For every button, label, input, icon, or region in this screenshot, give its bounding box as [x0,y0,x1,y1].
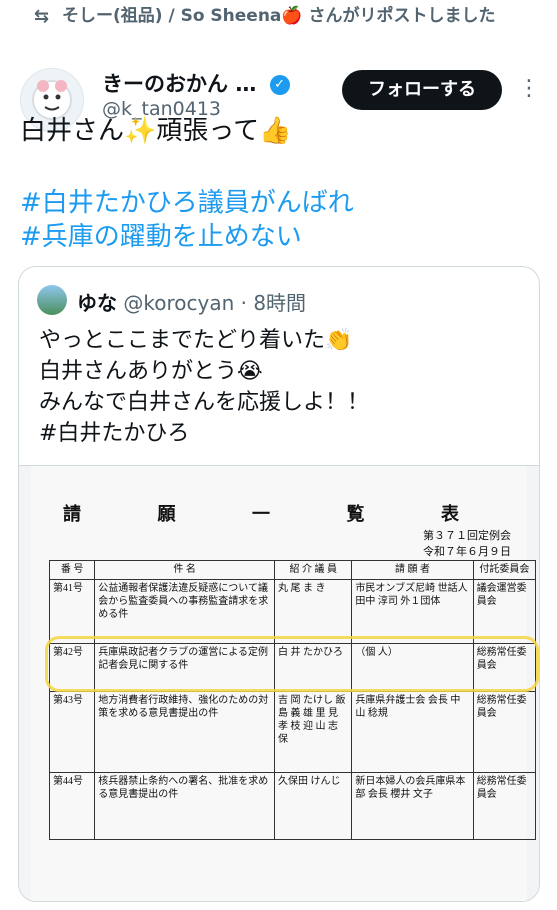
follow-button[interactable]: フォローする [342,70,502,110]
petition-petitioner: 兵庫県弁護士会 会長 中山 稔規 [351,690,474,774]
petition-number: 第43号 [48,690,96,774]
quote-text: やっとここまでたどり着いた👏 白井さんありがとう😭 みんなで白井さんを応援しよ！… [39,325,527,449]
more-options-icon[interactable]: ⋮ [518,76,540,101]
petition-introducer: 白 井 たかひろ [274,643,353,692]
petition-number: 第42号 [48,643,96,692]
column-header: 番 号 [48,560,96,580]
petition-committee: 総務常任委員会 [472,772,537,840]
petition-committee: 総務常任委員会 [472,690,537,774]
quote-header: ゆな @korocyan · 8時間 [77,287,306,316]
hashtag-link[interactable]: #兵庫の躍動を止めない [20,220,543,254]
petition-table: 番 号 件 名 紹 介 議 員 請 願 者 付託委員会 第41号 公益通報者保護… [48,560,537,840]
petition-header-row: 番 号 件 名 紹 介 議 員 請 願 者 付託委員会 [48,560,537,580]
petition-row: 第41号 公益通報者保護法違反疑惑について議会から監査委員への事務監査請求を求め… [48,578,537,645]
author-name-ellipsis: … [235,72,257,96]
document-session: 第３７１回定例会 [423,530,511,542]
author-name[interactable]: きーのおかん … ✓ [102,68,290,98]
column-header: 付託委員会 [472,560,537,580]
repost-icon: ⇆ [34,6,50,27]
petition-row: 第43号 地方消費者行政維持、強化のための対策を求める意見書提出の件 吉 岡 た… [48,690,537,774]
petition-petitioner: （個 人） [351,643,474,692]
quote-hashtag-line: #白井たかひろ [39,421,190,446]
author-display-name: きーのおかん [102,72,228,96]
quote-author-handle: @korocyan [123,291,235,315]
petition-number: 第44号 [48,772,96,840]
petition-subject: 公益通報者保護法違反疑惑について議会から監査委員への事務監査請求を求める件 [94,578,276,645]
petition-introducer: 吉 岡 たけし 飯 島 義 雄 里 見 孝 枝 迎 山 志 保 [274,690,353,774]
petition-subject: 兵庫県政記者クラブの運営による定例記者会見に関する件 [94,643,276,692]
quote-line: やっとここまでたどり着いた👏 [39,328,353,353]
quote-tweet-card[interactable]: ゆな @korocyan · 8時間 やっとここまでたどり着いた👏 白井さんあり… [18,266,540,902]
verified-badge-icon: ✓ [269,75,290,95]
petition-committee: 議会運営委員会 [472,578,537,645]
column-header: 請 願 者 [351,560,474,580]
document-title: 請 願 一 覧 表 [63,504,495,524]
document-session-date: 第３７１回定例会 令和７年６月９日 [423,528,511,560]
document-image: 請 願 一 覧 表 第３７１回定例会 令和７年６月９日 番 号 件 名 紹 介 … [31,466,539,901]
document-date: 令和７年６月９日 [423,546,511,558]
column-header: 紹 介 議 員 [274,560,353,580]
petition-committee: 総務常任委員会 [472,643,537,692]
quote-line: 白井さんありがとう😭 [39,359,263,384]
quote-avatar [37,285,67,315]
column-header: 件 名 [94,560,276,580]
quote-time: · 8時間 [240,291,307,315]
petition-row-highlighted: 第42号 兵庫県政記者クラブの運営による定例記者会見に関する件 白 井 たかひろ… [48,643,537,692]
quote-image[interactable]: 請 願 一 覧 表 第３７１回定例会 令和７年６月９日 番 号 件 名 紹 介 … [19,465,539,901]
petition-subject: 地方消費者行政維持、強化のための対策を求める意見書提出の件 [94,690,276,774]
quote-author-name: ゆな [77,291,117,315]
tweet-text: 白井さん✨頑張って👍 [20,116,292,146]
petition-introducer: 丸 尾 ま き [274,578,353,645]
repost-row: ⇆ そしー(祖品) / So Sheena🍎 さんがリポストしました [34,4,547,29]
quote-line: みんなで白井さんを応援しよ！！ [39,390,370,415]
petition-petitioner: 市民オンブズ尼崎 世話人 田中 淳司 外１団体 [351,578,474,645]
petition-introducer: 久保田 けんじ [274,772,353,840]
petition-petitioner: 新日本婦人の会兵庫県本部 会長 櫻井 文子 [351,772,474,840]
hashtag-link[interactable]: #白井たかひろ議員がんばれ [20,186,543,220]
repost-text: そしー(祖品) / So Sheena🍎 さんがリポストしました [62,6,496,26]
hashtag-list: #白井たかひろ議員がんばれ #兵庫の躍動を止めない [20,186,543,254]
petition-subject: 核兵器禁止条約への署名、批准を求める意見書提出の件 [94,772,276,840]
petition-number: 第41号 [48,578,96,645]
petition-row: 第44号 核兵器禁止条約への署名、批准を求める意見書提出の件 久保田 けんじ 新… [48,772,537,840]
